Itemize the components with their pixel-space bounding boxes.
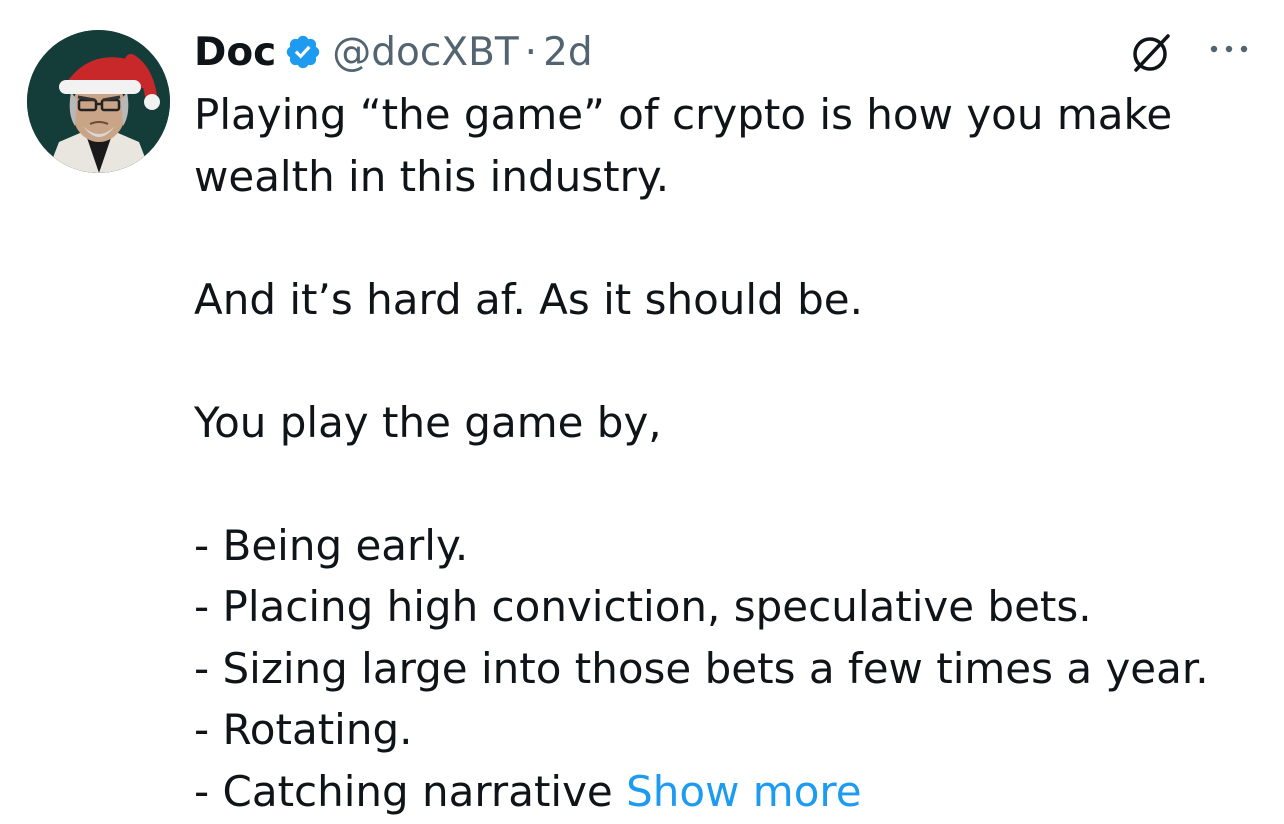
tweet-timestamp[interactable]: 2d <box>543 33 593 72</box>
tweet-header: Doc @docXBT · 2d <box>194 24 593 80</box>
tweet-line: - Catching narrative <box>194 766 627 816</box>
avatar[interactable] <box>27 30 170 173</box>
tweet-line: - Placing high conviction, speculative b… <box>194 582 1092 631</box>
tweet-line: Playing “the game” of crypto is how you … <box>194 90 1173 139</box>
separator-dot: · <box>524 29 538 75</box>
tweet-line: - Rotating. <box>194 705 413 754</box>
tweet-line: - Sizing large into those bets a few tim… <box>194 643 1209 693</box>
more-options-icon[interactable] <box>1204 34 1254 64</box>
verified-badge-icon <box>284 33 322 71</box>
grok-icon[interactable] <box>1128 30 1174 76</box>
tweet-line: wealth in this industry. <box>194 151 670 201</box>
tweet-line <box>194 453 1254 515</box>
tweet-line: You play the game by, <box>194 397 662 447</box>
tweet-line <box>194 207 1254 269</box>
tweet-line: And it’s hard af. As it should be. <box>194 274 863 324</box>
tweet-line <box>194 330 1254 392</box>
tweet-text: Playing “the game” of crypto is how you … <box>194 84 1254 822</box>
tweet-last-line: - Catching narrative Show more <box>194 761 1254 823</box>
santa-hat-avatar-icon <box>27 30 170 173</box>
tweet-line: - Being early. <box>194 520 469 570</box>
show-more-link[interactable]: Show more <box>626 767 861 816</box>
author-name[interactable]: Doc <box>194 33 276 72</box>
author-handle[interactable]: @docXBT <box>332 33 518 72</box>
tweet[interactable]: Doc @docXBT · 2d Playing “the game” of c… <box>0 0 1284 824</box>
